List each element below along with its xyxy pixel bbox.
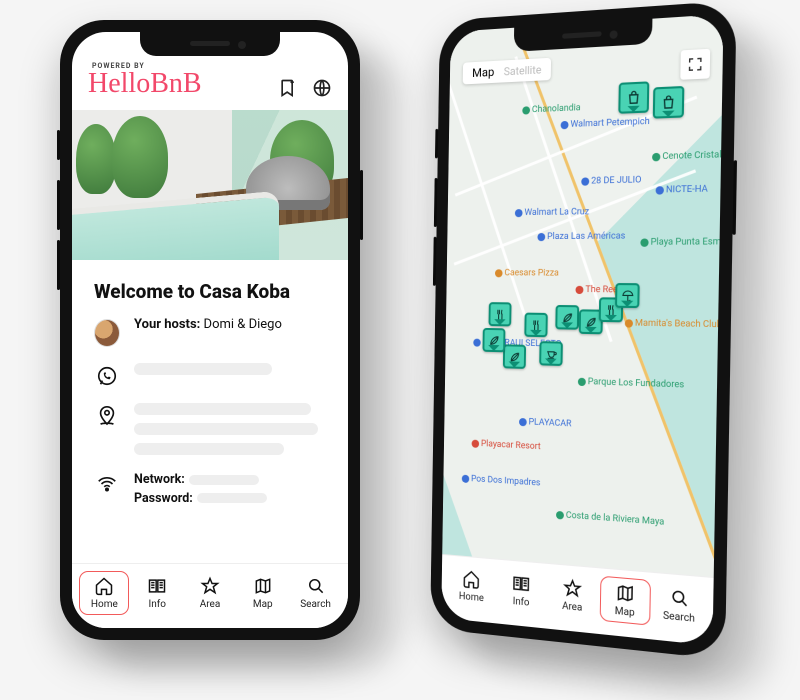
placeholder-line bbox=[134, 443, 284, 455]
tab-area[interactable]: Area bbox=[186, 572, 234, 614]
contact-row[interactable] bbox=[94, 363, 326, 387]
property-hero-image bbox=[72, 110, 348, 260]
map-pin-bag[interactable] bbox=[653, 86, 685, 119]
map-pin-leaf[interactable] bbox=[503, 344, 526, 369]
bookmark-add-icon[interactable] bbox=[278, 78, 298, 98]
hosts-names: Domi & Diego bbox=[204, 317, 282, 332]
location-pin-icon bbox=[96, 405, 118, 427]
map-poi-label[interactable]: Playa Punta Esmeralda bbox=[640, 237, 723, 248]
map-type-satellite[interactable]: Satellite bbox=[504, 63, 542, 78]
tab-label: Map bbox=[615, 606, 635, 619]
placeholder-line bbox=[134, 363, 272, 375]
tab-home[interactable]: Home bbox=[449, 563, 494, 609]
tab-label: Home bbox=[91, 599, 118, 610]
tab-search[interactable]: Search bbox=[654, 581, 705, 630]
placeholder-line bbox=[134, 403, 311, 415]
wifi-row: Network: Password: bbox=[94, 471, 326, 509]
map-type-toggle[interactable]: Map Satellite bbox=[463, 58, 552, 85]
map-poi-label[interactable]: Walmart La Cruz bbox=[515, 207, 589, 218]
hosts-label: Your hosts: bbox=[134, 317, 200, 332]
map-type-map[interactable]: Map bbox=[472, 65, 494, 80]
placeholder-line bbox=[189, 475, 259, 485]
map-poi-label[interactable]: Plaza Las Américas bbox=[537, 231, 625, 242]
map-pin-umbrella[interactable] bbox=[615, 283, 640, 308]
tab-label: Info bbox=[513, 596, 530, 609]
map-poi-label[interactable]: Walmart Petempich bbox=[561, 117, 650, 131]
map-poi-label[interactable]: Chanolandia bbox=[522, 103, 580, 116]
tab-map[interactable]: Map bbox=[600, 577, 649, 625]
welcome-title: Welcome to Casa Koba bbox=[94, 280, 326, 303]
map-pin-cutlery[interactable] bbox=[524, 313, 547, 338]
map-poi-label[interactable]: The Reef bbox=[575, 285, 621, 296]
wifi-password-label: Password: bbox=[134, 491, 193, 506]
tab-label: Area bbox=[562, 601, 582, 614]
tab-search[interactable]: Search bbox=[292, 572, 340, 614]
tab-area[interactable]: Area bbox=[549, 572, 597, 619]
brand-logo: HelloBnB bbox=[88, 70, 202, 98]
phone-mockup-home: POWERED BY HelloBnB bbox=[60, 20, 360, 640]
wifi-icon bbox=[96, 473, 118, 495]
tab-label: Search bbox=[663, 610, 695, 625]
tab-label: Search bbox=[300, 599, 331, 610]
tab-home[interactable]: Home bbox=[80, 572, 128, 614]
host-avatar bbox=[94, 319, 120, 347]
tab-label: Map bbox=[253, 599, 273, 610]
map-pin-bag[interactable] bbox=[618, 81, 649, 113]
globe-icon[interactable] bbox=[312, 78, 332, 98]
tab-label: Home bbox=[459, 591, 484, 604]
tab-info[interactable]: Info bbox=[133, 572, 181, 614]
hosts-row: Your hosts: Domi & Diego bbox=[94, 317, 326, 347]
map-pin-leaf[interactable] bbox=[482, 328, 505, 352]
tab-info[interactable]: Info bbox=[498, 568, 545, 614]
bottom-tabbar: Home Info Area Map Search bbox=[72, 563, 348, 628]
map-poi-label[interactable]: 28 DE JULIO bbox=[581, 175, 641, 187]
location-row[interactable] bbox=[94, 403, 326, 455]
tab-map[interactable]: Map bbox=[239, 572, 287, 614]
map-canvas[interactable]: Map Satellite ChanolandiaWalmart Petempi… bbox=[442, 14, 723, 577]
placeholder-line bbox=[197, 493, 267, 503]
tab-label: Info bbox=[148, 599, 165, 610]
map-poi-label[interactable]: Caesars Pizza bbox=[495, 268, 559, 278]
device-notch bbox=[140, 32, 280, 56]
map-pin-cutlery[interactable] bbox=[489, 302, 512, 326]
whatsapp-icon bbox=[96, 365, 118, 387]
fullscreen-button[interactable] bbox=[680, 49, 710, 80]
map-poi-label[interactable]: NICTE-HA bbox=[656, 184, 708, 195]
tab-label: Area bbox=[200, 599, 221, 610]
map-poi-label[interactable]: Mamita's Beach Club bbox=[625, 318, 722, 330]
wifi-network-label: Network: bbox=[134, 472, 185, 487]
placeholder-line bbox=[134, 423, 318, 435]
map-pin-leaf[interactable] bbox=[555, 305, 579, 330]
map-pin-cup[interactable] bbox=[539, 341, 563, 366]
phone-mockup-map: Map Satellite ChanolandiaWalmart Petempi… bbox=[430, 0, 737, 659]
map-poi-label[interactable]: Cenote Cristal bbox=[652, 150, 722, 162]
